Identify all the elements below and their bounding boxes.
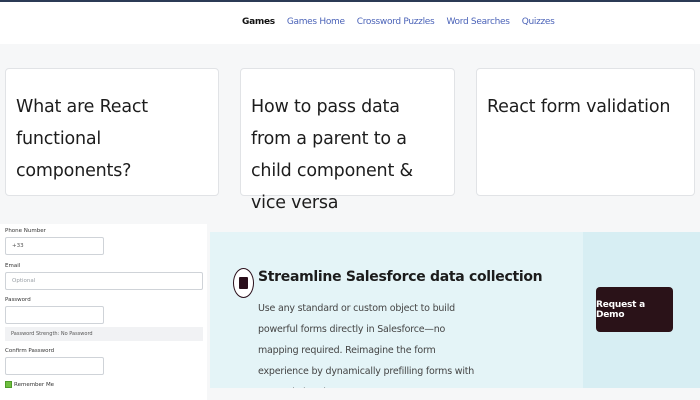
signup-form: Phone Number +33 Email Optional Password… xyxy=(0,224,207,400)
nav-word-searches[interactable]: Word Searches xyxy=(446,17,510,27)
nav-quizzes[interactable]: Quizzes xyxy=(522,17,555,27)
games-nav: Games Games Home Crossword Puzzles Word … xyxy=(242,17,555,27)
article-card-title: How to pass data from a parent to a chil… xyxy=(251,97,413,213)
promo-description: Use any standard or custom object to bui… xyxy=(258,303,475,388)
password-strength: Password Strength: No Password xyxy=(5,327,203,341)
confirm-password-label: Confirm Password xyxy=(5,348,55,354)
nav-games-home[interactable]: Games Home xyxy=(287,17,345,27)
email-placeholder: Optional xyxy=(12,278,36,284)
password-field[interactable] xyxy=(5,306,104,324)
request-demo-button[interactable]: Request a Demo xyxy=(596,287,673,332)
article-card-title: React form validation xyxy=(487,97,671,117)
remember-me-label: Remember Me xyxy=(14,381,55,388)
phone-value: +33 xyxy=(12,243,24,249)
nav-crossword-puzzles[interactable]: Crossword Puzzles xyxy=(357,17,435,27)
top-navigation-bar: Games Games Home Crossword Puzzles Word … xyxy=(0,0,700,44)
article-card-title: What are React functional components? xyxy=(16,97,148,181)
article-card-react-form-validation[interactable]: React form validation xyxy=(476,68,695,196)
confirm-password-field[interactable] xyxy=(5,357,104,375)
article-card-react-functional-components[interactable]: What are React functional components? xyxy=(5,68,219,196)
form-document-icon xyxy=(233,268,254,298)
password-label: Password xyxy=(5,297,31,303)
salesforce-promo-banner: Streamline Salesforce data collection Us… xyxy=(210,232,700,388)
article-card-pass-data[interactable]: How to pass data from a parent to a chil… xyxy=(240,68,455,213)
nav-games[interactable]: Games xyxy=(242,17,275,27)
remember-me[interactable]: Remember Me xyxy=(5,381,54,388)
phone-label: Phone Number xyxy=(5,228,46,234)
promo-title: Streamline Salesforce data collection xyxy=(258,269,543,285)
email-label: Email xyxy=(5,263,21,269)
phone-field[interactable]: +33 xyxy=(5,237,104,255)
article-cards: What are React functional components? Ho… xyxy=(0,66,700,213)
checkbox-icon[interactable] xyxy=(5,381,12,388)
email-field[interactable]: Optional xyxy=(5,272,203,290)
